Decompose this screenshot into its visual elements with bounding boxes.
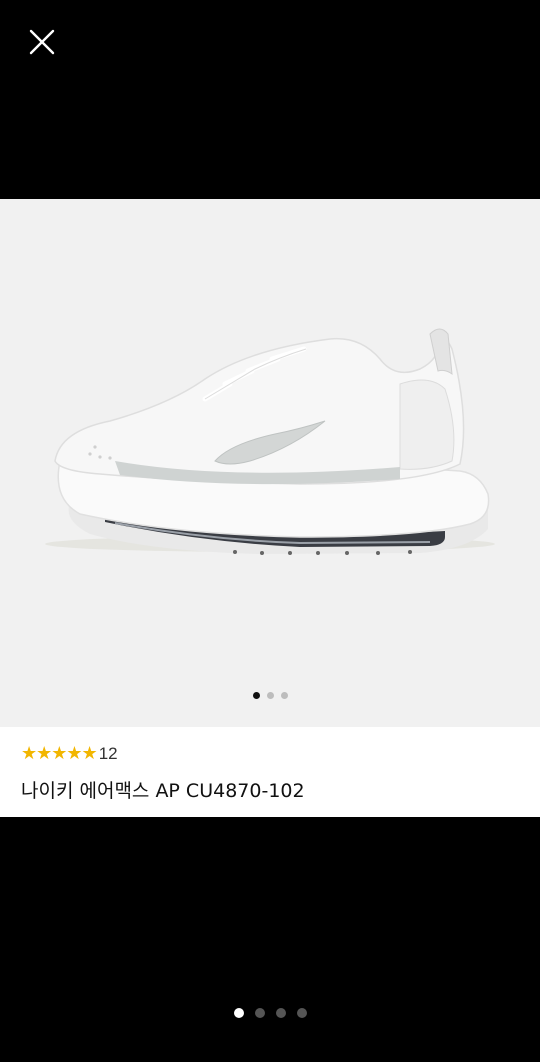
- product-title[interactable]: 나이키 에어맥스 AP CU4870-102: [21, 778, 305, 804]
- page-dot[interactable]: [233, 1008, 244, 1018]
- star-rating-icon: ★★★★★: [21, 743, 98, 764]
- page-dot[interactable]: [254, 1008, 265, 1018]
- review-count: 12: [98, 744, 118, 763]
- image-dot: [252, 692, 260, 699]
- image-viewer-screen: ★★★★★ 12 나이키 에어맥스 AP CU4870-102: [0, 0, 540, 1062]
- close-icon: [29, 29, 55, 55]
- close-button[interactable]: [22, 22, 62, 62]
- rating: ★★★★★ 12: [21, 744, 118, 764]
- product-info: ★★★★★ 12 나이키 에어맥스 AP CU4870-102: [0, 727, 540, 817]
- product-card[interactable]: ★★★★★ 12 나이키 에어맥스 AP CU4870-102: [0, 199, 540, 817]
- page-dot[interactable]: [296, 1008, 307, 1018]
- image-dot: [266, 692, 274, 699]
- product-image-carousel[interactable]: [0, 199, 540, 727]
- sneaker-image: [45, 328, 495, 555]
- image-dot: [280, 692, 288, 699]
- page-indicator: [0, 1008, 540, 1018]
- image-carousel-indicator: [0, 692, 540, 699]
- page-dot[interactable]: [275, 1008, 286, 1018]
